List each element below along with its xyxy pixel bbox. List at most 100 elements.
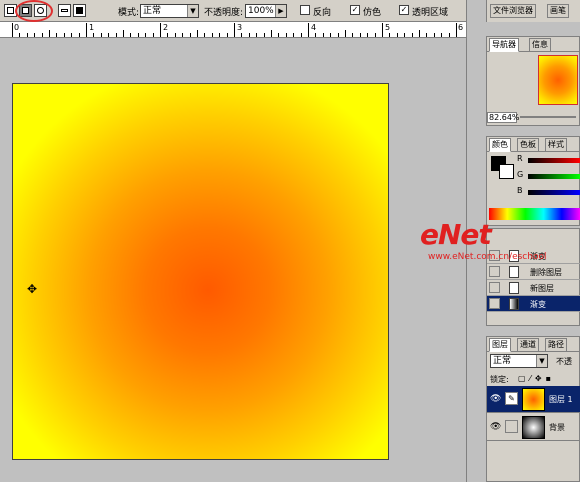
layer-name: 图层 1 <box>549 395 573 404</box>
gradient-reflected-icon[interactable] <box>73 4 86 17</box>
ruler-tick <box>41 33 43 37</box>
ruler-tick <box>93 33 95 37</box>
dither-checkbox[interactable]: ✓ <box>350 5 360 15</box>
layer-thumbnail <box>522 388 545 411</box>
tab-channels[interactable]: 通道 <box>517 338 539 352</box>
history-snapshot-box[interactable] <box>489 282 500 293</box>
transparency-checkbox[interactable]: ✓ <box>399 5 409 15</box>
history-item-selected[interactable]: 渐变 <box>487 296 580 312</box>
ruler-tick <box>56 33 58 37</box>
ruler-tick <box>315 33 317 37</box>
tab-swatches[interactable]: 色板 <box>517 138 539 152</box>
highlight-circle <box>15 0 53 22</box>
tab-file-browser[interactable]: 文件浏览器 <box>490 4 536 18</box>
tab-navigator[interactable]: 导航器 <box>489 38 519 52</box>
ruler-tick <box>152 33 154 37</box>
ruler-tick <box>337 33 339 37</box>
tab-info[interactable]: 信息 <box>529 38 551 52</box>
ruler-tick <box>204 33 206 37</box>
move-cursor-icon: ✥ <box>27 282 38 296</box>
eye-icon[interactable]: 👁 <box>490 422 501 432</box>
mode-label: 模式: <box>118 8 140 18</box>
ruler-tick <box>293 33 295 37</box>
tab-layers[interactable]: 图层 <box>489 338 511 352</box>
ruler-tick <box>330 33 332 37</box>
ruler-mark: 5 <box>385 23 391 32</box>
ruler-tick <box>108 33 110 37</box>
opacity-label: 不透明度: <box>204 8 244 18</box>
lock-icons[interactable]: ▢⁄✥▪ <box>518 374 578 384</box>
ruler-tick <box>130 33 132 37</box>
ruler-tick <box>123 30 124 37</box>
ruler-tick <box>456 23 457 37</box>
layer-thumbnail <box>522 416 545 439</box>
green-slider[interactable] <box>528 174 580 179</box>
document-canvas[interactable] <box>12 83 389 460</box>
ruler-mark: 2 <box>163 23 169 32</box>
ruler-tick <box>382 23 383 37</box>
layer-row-background[interactable]: 👁 背景 <box>487 414 580 441</box>
history-item[interactable]: 新图层 <box>487 280 580 296</box>
reverse-label: 反向 <box>313 8 332 18</box>
red-slider[interactable] <box>528 158 580 163</box>
ruler-tick <box>234 23 235 37</box>
gradient-angle-icon[interactable] <box>58 4 71 17</box>
horizontal-ruler: 0 1 2 3 4 5 6 <box>0 22 466 38</box>
brush-icon[interactable]: ✎ <box>505 392 518 405</box>
eye-icon[interactable]: 👁 <box>490 394 501 404</box>
ruler-tick <box>145 33 147 37</box>
ruler-mark: 4 <box>311 23 317 32</box>
history-snapshot-box[interactable] <box>489 298 500 309</box>
chevron-down-icon: ▼ <box>536 355 547 367</box>
ruler-tick <box>197 30 198 37</box>
reverse-checkbox[interactable] <box>300 5 310 15</box>
ruler-tick <box>219 33 221 37</box>
navigator-thumbnail[interactable] <box>538 55 578 105</box>
ruler-tick <box>63 33 65 37</box>
history-item-label: 新图层 <box>530 284 554 293</box>
ruler-tick <box>78 33 80 37</box>
ruler-tick <box>256 33 258 37</box>
color-spectrum-bar[interactable] <box>489 208 580 220</box>
background-color-swatch[interactable] <box>499 164 514 179</box>
ruler-tick <box>411 33 413 37</box>
layer-row-layer1[interactable]: 👁 ✎ 图层 1 <box>487 386 580 413</box>
ruler-tick <box>359 33 361 37</box>
transparency-label: 透明区域 <box>412 8 449 18</box>
blend-mode-select[interactable]: 正常 ▼ <box>490 354 548 368</box>
enet-watermark-logo: eNet <box>420 218 492 251</box>
tab-color[interactable]: 颜色 <box>489 138 511 152</box>
ruler-tick <box>211 33 213 37</box>
ruler-tick <box>226 33 228 37</box>
ruler-tick <box>34 33 36 37</box>
ruler-tick <box>308 23 309 37</box>
ruler-tick <box>26 33 28 37</box>
opacity-input[interactable]: 100% ▶ <box>245 4 287 18</box>
history-item-label: 渐变 <box>530 300 546 309</box>
ruler-mark: 1 <box>89 23 95 32</box>
ruler-tick <box>49 30 50 37</box>
channel-g-label: G <box>517 170 524 179</box>
ruler-tick <box>137 33 139 37</box>
ruler-tick <box>426 33 428 37</box>
ruler-tick <box>12 23 13 37</box>
ruler-tick <box>86 23 87 37</box>
tab-styles[interactable]: 样式 <box>545 138 567 152</box>
ruler-tick <box>278 33 280 37</box>
link-box[interactable] <box>505 420 518 433</box>
ruler-tick <box>300 33 302 37</box>
ruler-tick <box>241 33 243 37</box>
tab-brushes[interactable]: 画笔 <box>547 4 569 18</box>
zoom-slider[interactable] <box>520 116 576 118</box>
opacity-value: 100% <box>248 6 274 16</box>
zoom-input[interactable]: 82.64% <box>487 112 520 123</box>
tab-paths[interactable]: 路径 <box>545 338 567 352</box>
channel-b-label: B <box>517 186 523 195</box>
blue-slider[interactable] <box>528 190 580 195</box>
history-item[interactable]: 删除图层 <box>487 264 580 280</box>
mode-select[interactable]: 正常 ▼ <box>140 4 199 18</box>
ruler-tick <box>189 33 191 37</box>
ruler-tick <box>182 33 184 37</box>
layer-opacity-label: 不透 <box>556 357 572 366</box>
history-snapshot-box[interactable] <box>489 266 500 277</box>
